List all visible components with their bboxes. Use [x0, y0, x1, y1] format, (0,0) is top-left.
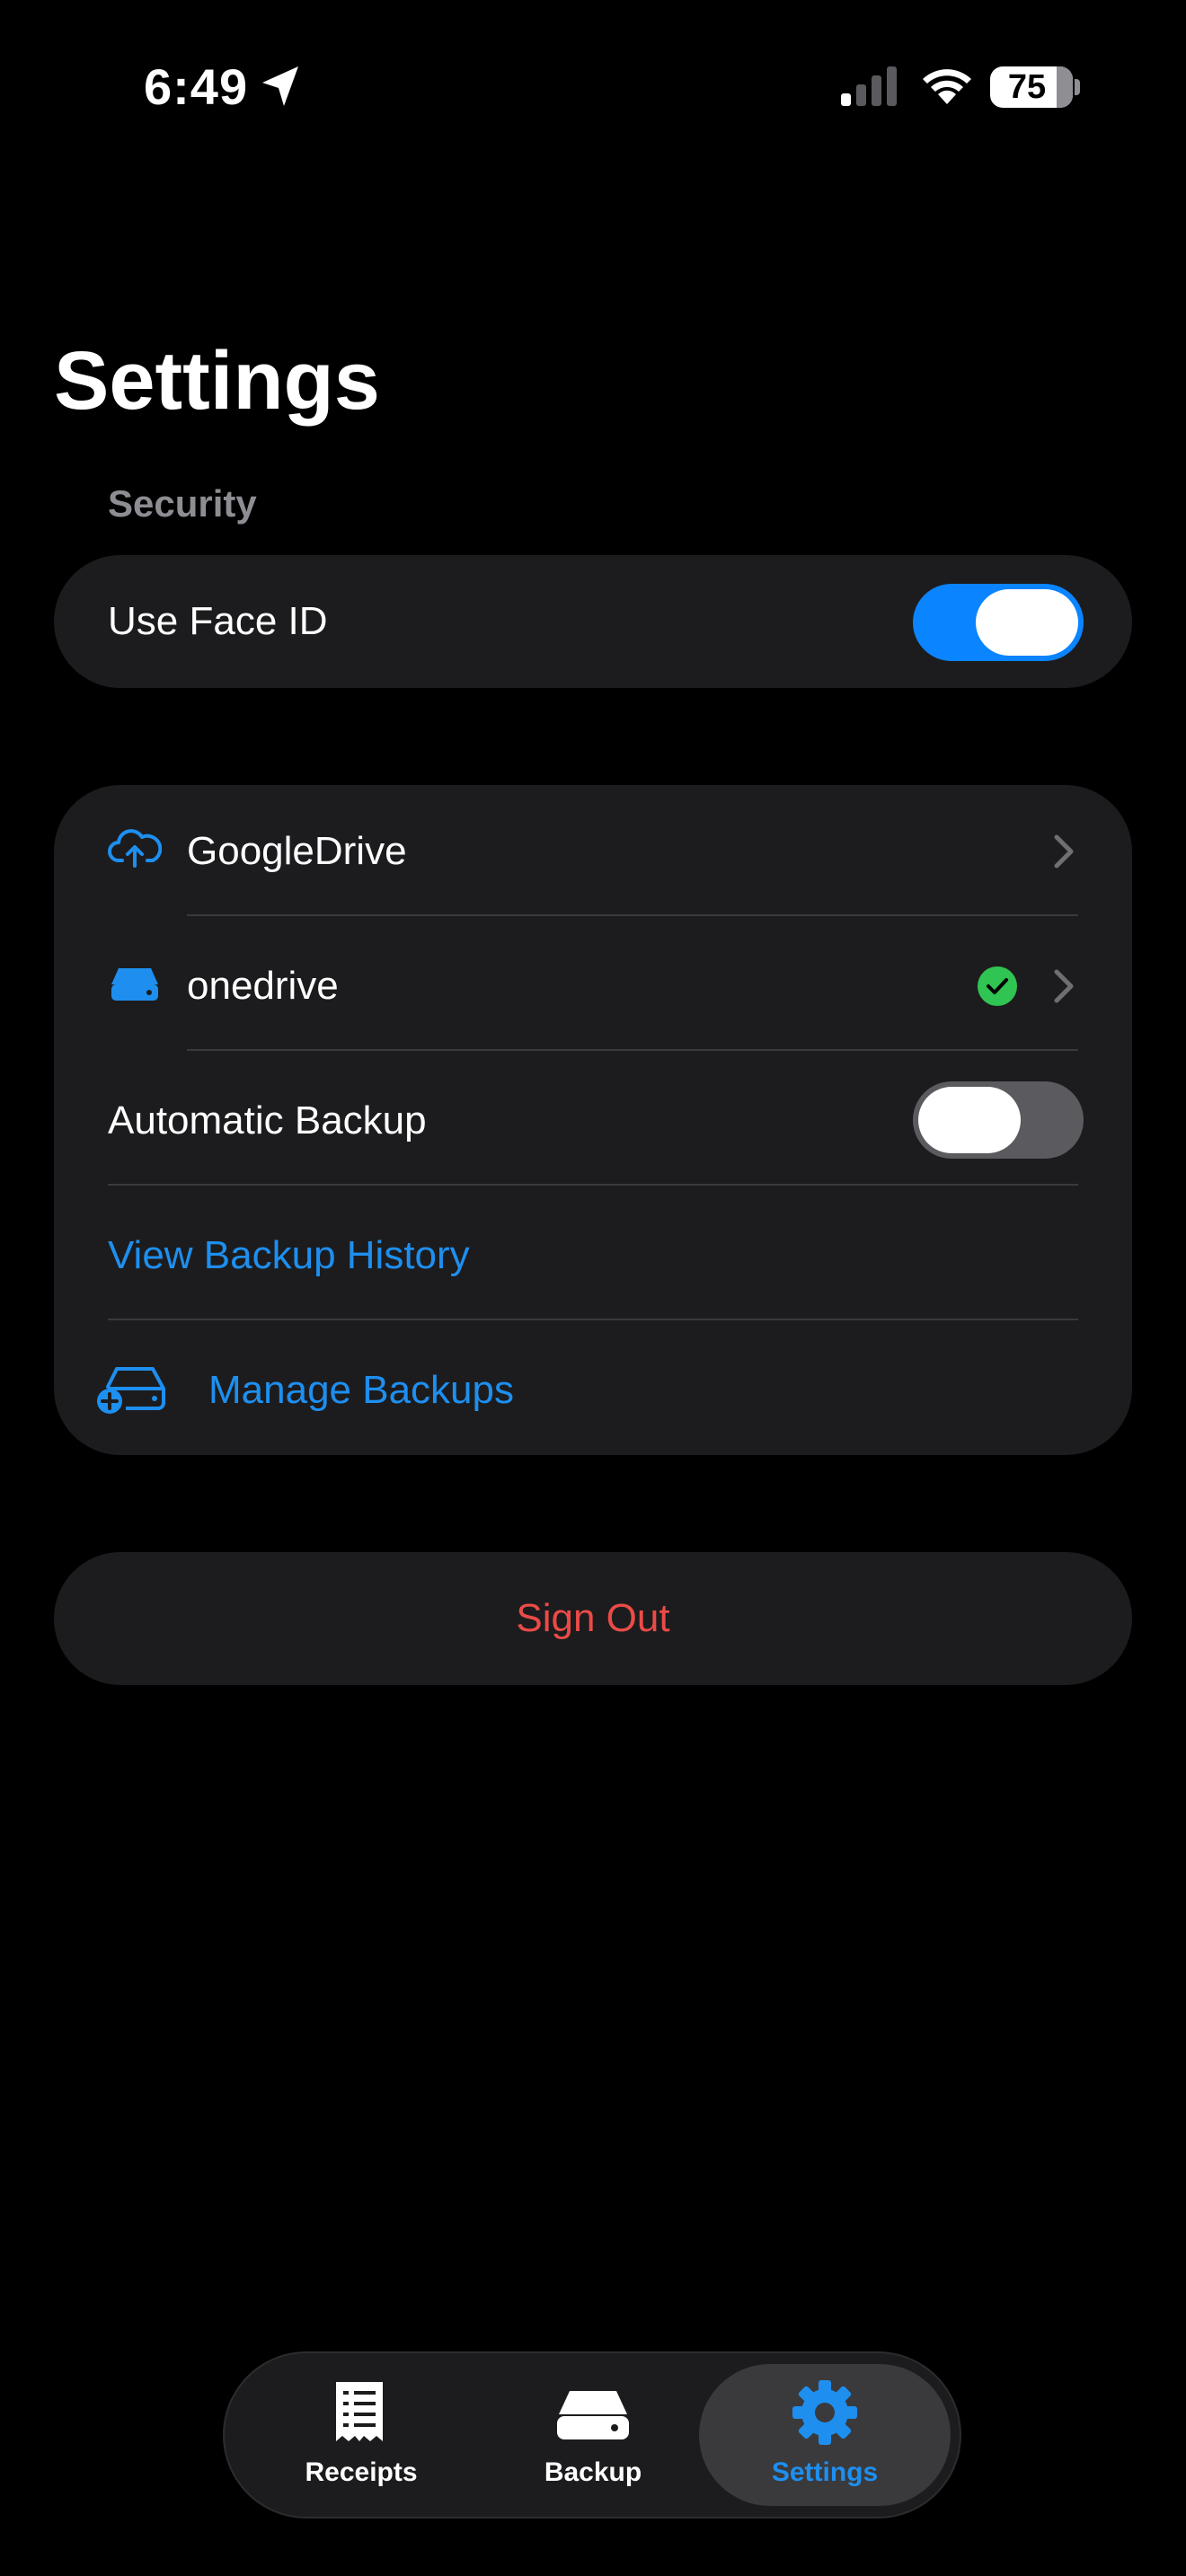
section-label-security: Security	[108, 482, 257, 525]
cellular-signal-icon	[841, 66, 897, 106]
page-title: Settings	[54, 335, 380, 427]
sign-out-label: Sign Out	[516, 1596, 670, 1640]
gear-icon	[792, 2380, 857, 2445]
cloud-upload-icon	[108, 829, 162, 868]
divider	[187, 1049, 1078, 1051]
divider	[187, 914, 1078, 916]
automatic-backup-label: Automatic Backup	[108, 1098, 427, 1142]
checkmark-circle-icon	[978, 966, 1017, 1006]
drive-icon	[111, 968, 158, 1001]
toggle-knob	[976, 589, 1078, 656]
wifi-icon	[923, 69, 971, 104]
google-drive-label: GoogleDrive	[187, 829, 407, 873]
view-backup-history-link[interactable]: View Backup History	[108, 1231, 470, 1281]
tab-receipts-label: Receipts	[305, 2457, 418, 2487]
chevron-right-icon	[1054, 969, 1074, 1003]
chevron-right-icon	[1054, 834, 1074, 869]
receipt-icon	[336, 2382, 383, 2441]
tab-backup-label: Backup	[544, 2457, 642, 2487]
face-id-toggle[interactable]	[913, 584, 1084, 661]
tab-settings-label: Settings	[771, 2457, 879, 2487]
drive-add-icon	[97, 1367, 165, 1414]
face-id-label: Use Face ID	[108, 599, 328, 643]
toggle-knob	[918, 1087, 1021, 1153]
automatic-backup-toggle[interactable]	[913, 1081, 1084, 1159]
battery-cap	[1075, 79, 1080, 95]
location-arrow-icon	[262, 66, 298, 106]
manage-backups-link[interactable]: Manage Backups	[208, 1365, 514, 1416]
status-time: 6:49	[144, 58, 249, 115]
battery-indicator: 75	[990, 66, 1073, 108]
battery-level: 75	[1007, 67, 1047, 106]
divider	[108, 1184, 1078, 1186]
divider	[108, 1319, 1078, 1320]
onedrive-label: onedrive	[187, 964, 339, 1008]
drive-icon	[557, 2391, 629, 2439]
